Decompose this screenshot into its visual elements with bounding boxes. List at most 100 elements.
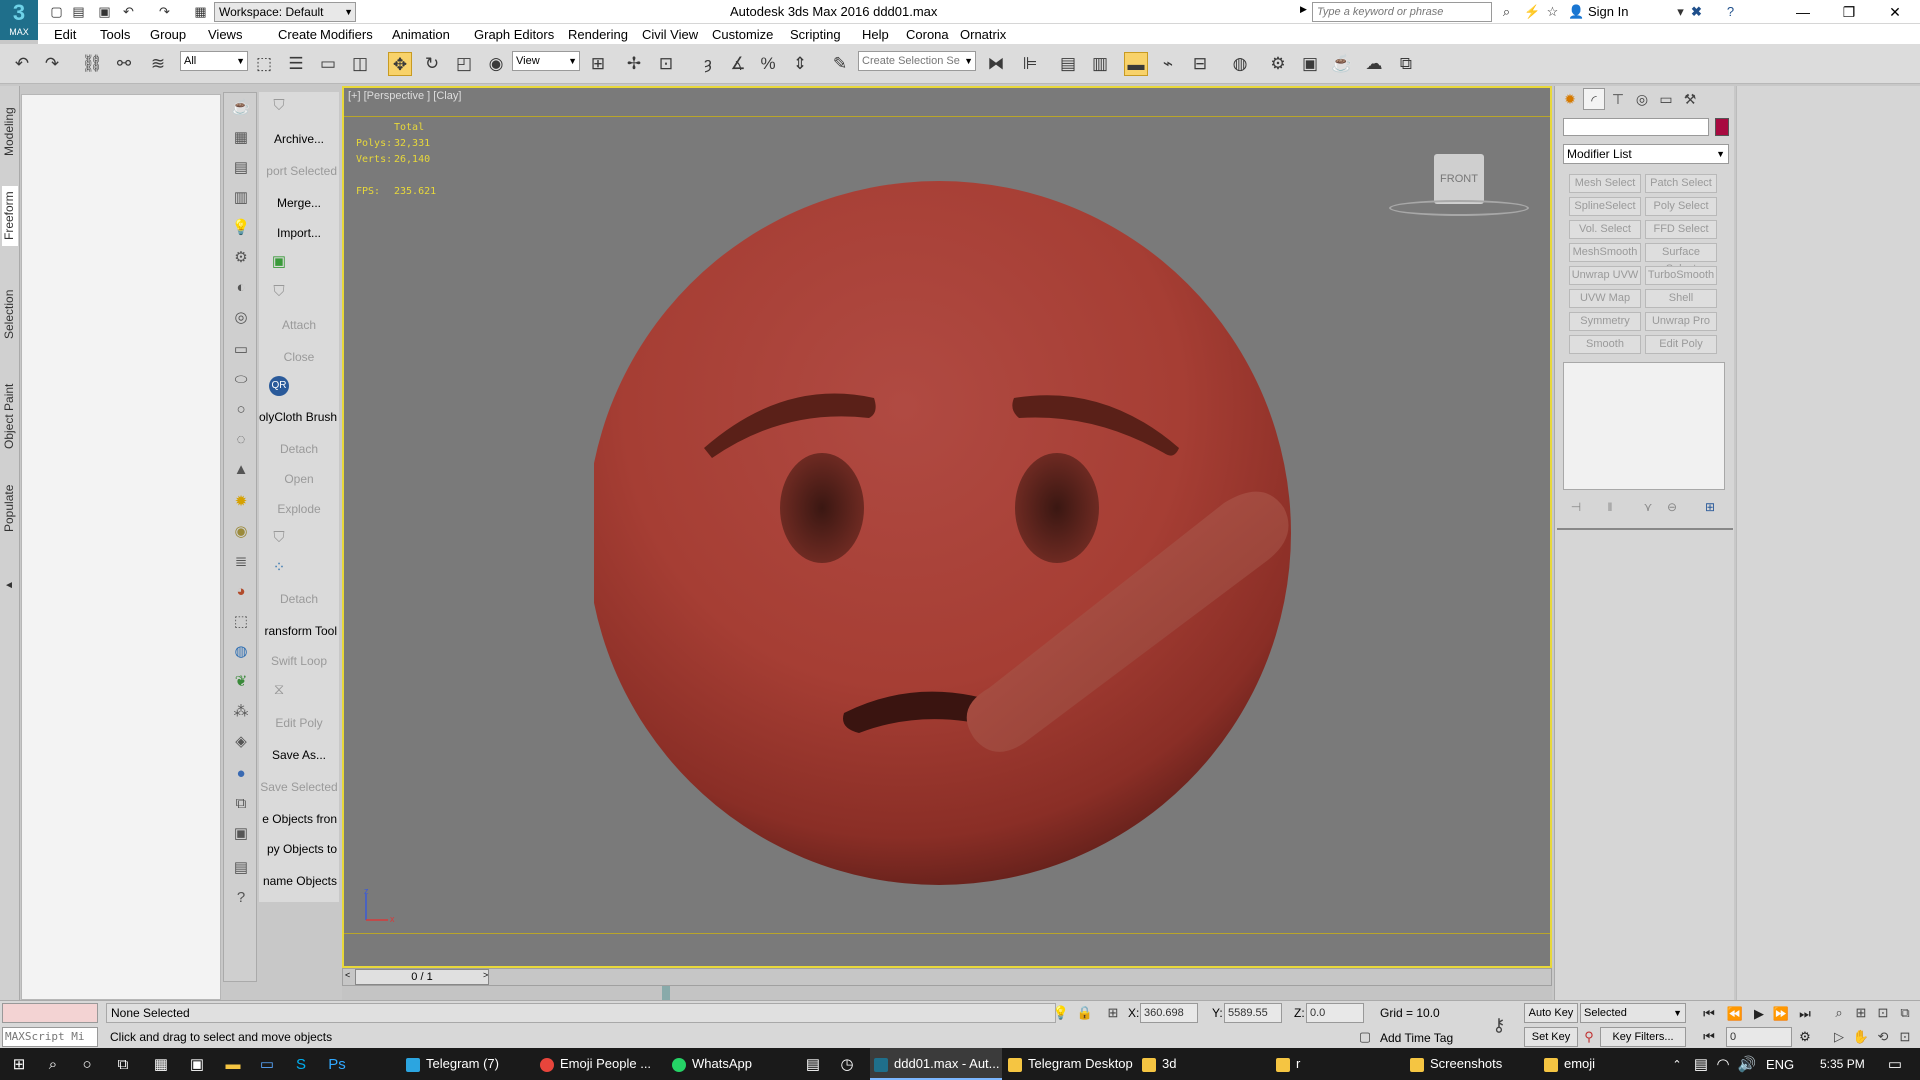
modifier-stack[interactable]	[1563, 362, 1725, 490]
render-production-icon[interactable]: ☕	[1330, 52, 1354, 76]
prev-frame-icon[interactable]: <	[345, 970, 350, 980]
network-icon[interactable]: ▤	[1690, 1054, 1712, 1076]
smooth-button[interactable]: Smooth	[1569, 335, 1641, 354]
menu-customize[interactable]: Customize	[712, 27, 773, 42]
next-frame-icon[interactable]: ⏩	[1772, 1006, 1790, 1022]
tool-attach[interactable]: Attach	[259, 314, 339, 336]
open-file-icon[interactable]: ▤	[70, 3, 87, 20]
skype-icon[interactable]: S	[290, 1054, 312, 1076]
tool-detach-2[interactable]: Detach	[259, 588, 339, 610]
menu-civil-view[interactable]: Civil View	[642, 27, 698, 42]
tool-rename-objects[interactable]: name Objects	[259, 870, 339, 892]
tab-selection[interactable]: Selection	[2, 284, 18, 344]
select-and-scale-icon[interactable]: ◰	[452, 52, 476, 76]
plant-icon[interactable]: ❦	[230, 671, 252, 693]
select-object-icon[interactable]: ⬚	[252, 52, 276, 76]
tool-save-selected[interactable]: Save Selected	[259, 776, 339, 798]
gear-tool-icon[interactable]: ⚙	[230, 247, 252, 269]
signin-chevron-icon[interactable]: ▾	[1672, 3, 1689, 20]
search-input[interactable]: Type a keyword or phrase	[1312, 2, 1492, 22]
field-of-view-icon[interactable]: ▷	[1830, 1029, 1848, 1045]
store-icon[interactable]: ▣	[186, 1054, 208, 1076]
hierarchy-tab-icon[interactable]: ⊤	[1607, 88, 1629, 110]
mesh-icon[interactable]: ⬚	[230, 611, 252, 633]
menu-ornatrix[interactable]: Ornatrix	[960, 27, 1006, 42]
motion-tab-icon[interactable]: ◎	[1631, 88, 1653, 110]
viewport-label[interactable]: [+] [Perspective ] [Clay]	[348, 90, 461, 102]
display-tab-icon[interactable]: ▭	[1655, 88, 1677, 110]
utilities-tab-icon[interactable]: ⚒	[1679, 88, 1701, 110]
input-language[interactable]: ENG	[1766, 1057, 1794, 1072]
meshsmooth-button[interactable]: MeshSmooth	[1569, 243, 1641, 262]
taskbar-telegram-desktop[interactable]: Telegram Desktop	[1004, 1048, 1136, 1080]
globe-icon[interactable]: ◍	[230, 641, 252, 663]
scene-explorer-icon[interactable]: ▤	[1056, 52, 1080, 76]
key-filters-button[interactable]: Key Filters...	[1600, 1027, 1686, 1047]
minimize-button[interactable]: —	[1780, 0, 1826, 24]
menu-animation[interactable]: Animation	[392, 27, 450, 42]
close-button[interactable]: ✕	[1872, 0, 1918, 24]
merge-icon[interactable]: ⧉	[230, 793, 252, 815]
z-coordinate-field[interactable]: 0.0	[1306, 1003, 1364, 1023]
zoom-icon[interactable]: ⌕	[1830, 1005, 1848, 1021]
shell-button[interactable]: Shell	[1645, 289, 1717, 308]
tool-objects-from[interactable]: e Objects fron	[259, 808, 339, 830]
time-config-icon[interactable]: ⚙	[1796, 1029, 1814, 1045]
go-to-end-icon[interactable]: ⏭	[1796, 1006, 1814, 1022]
tab-freeform[interactable]: Freeform	[2, 186, 18, 246]
sun-icon[interactable]: ✹	[230, 491, 252, 513]
menu-edit[interactable]: Edit	[54, 27, 76, 42]
calculator-icon[interactable]: ▦	[150, 1054, 172, 1076]
window-crossing-icon[interactable]: ◫	[348, 52, 372, 76]
tab-object-paint[interactable]: Object Paint	[2, 376, 18, 456]
snaps-toggle-icon[interactable]: ȝ	[696, 52, 720, 76]
menu-group[interactable]: Group	[150, 27, 186, 42]
tool-edit-poly[interactable]: Edit Poly	[259, 712, 339, 734]
taskbar-folder-3d[interactable]: 3d	[1138, 1048, 1270, 1080]
maxscript-mini-listener[interactable]: MAXScript Mi	[2, 1027, 98, 1047]
menu-help[interactable]: Help	[862, 27, 889, 42]
uvw-map-button[interactable]: UVW Map	[1569, 289, 1641, 308]
disc-icon[interactable]: ◉	[230, 521, 252, 543]
current-frame-field[interactable]: 0	[1726, 1027, 1792, 1047]
object-name-field[interactable]	[1563, 118, 1709, 136]
track-bar[interactable]	[342, 986, 1552, 1000]
sign-in-link[interactable]: Sign In	[1588, 4, 1628, 19]
cortana-icon[interactable]: ○	[76, 1054, 98, 1076]
undo-icon[interactable]: ↶	[120, 3, 137, 20]
object-color-swatch[interactable]	[1715, 118, 1729, 136]
tool-transform-tool[interactable]: ransform Tool	[259, 620, 339, 642]
tab-modeling[interactable]: Modeling	[2, 102, 18, 162]
taskbar-3dsmax[interactable]: ddd01.max - Aut...	[870, 1048, 1002, 1080]
auto-key-button[interactable]: Auto Key	[1524, 1003, 1578, 1023]
zoom-extents-icon[interactable]: ⊡	[1874, 1005, 1892, 1021]
tool-import[interactable]: Import...	[259, 222, 339, 244]
maxscript-listener[interactable]	[2, 1003, 98, 1023]
script-icon[interactable]: ▤	[230, 857, 252, 879]
key-icon[interactable]: ⚷	[1490, 1015, 1508, 1036]
light-bulb-icon[interactable]: 💡	[230, 217, 252, 239]
remove-modifier-icon[interactable]: ⊖	[1663, 498, 1681, 516]
previous-frame-icon[interactable]: ⏪	[1726, 1006, 1744, 1022]
create-tab-icon[interactable]: ✹	[1559, 88, 1581, 110]
pivot-center-icon[interactable]: ⊞	[586, 52, 610, 76]
sphere-icon[interactable]: ○	[230, 399, 252, 421]
tray-chevron-icon[interactable]: ⌃	[1666, 1054, 1688, 1076]
green-image-icon[interactable]: ▣	[269, 252, 289, 272]
speaker-icon[interactable]: ◐	[230, 277, 252, 299]
pin-stack-icon[interactable]: ⊣	[1567, 498, 1585, 516]
curve-editor-icon[interactable]: ⌁	[1156, 52, 1180, 76]
key-mode-toggle-icon[interactable]: ⏮	[1700, 1029, 1718, 1045]
modifier-list-dropdown[interactable]: Modifier List ▼	[1563, 144, 1729, 164]
app-logo[interactable]: 3 MAX	[0, 0, 38, 40]
tray-app-icon[interactable]: ▤	[802, 1054, 824, 1076]
manipulate-icon[interactable]: ✢	[622, 52, 646, 76]
new-file-icon[interactable]: ▢	[48, 3, 65, 20]
paint-icon[interactable]: ◕	[230, 581, 252, 603]
tool-save-as[interactable]: Save As...	[259, 744, 339, 766]
time-slider[interactable]: < 0 / 1 >	[342, 968, 1552, 986]
windows-start-icon[interactable]: ⊞	[8, 1054, 30, 1076]
material-editor-icon[interactable]: ◍	[1228, 52, 1252, 76]
orbit-icon[interactable]: ⟲	[1874, 1029, 1892, 1045]
rendered-frame-window-icon[interactable]: ▣	[1298, 52, 1322, 76]
